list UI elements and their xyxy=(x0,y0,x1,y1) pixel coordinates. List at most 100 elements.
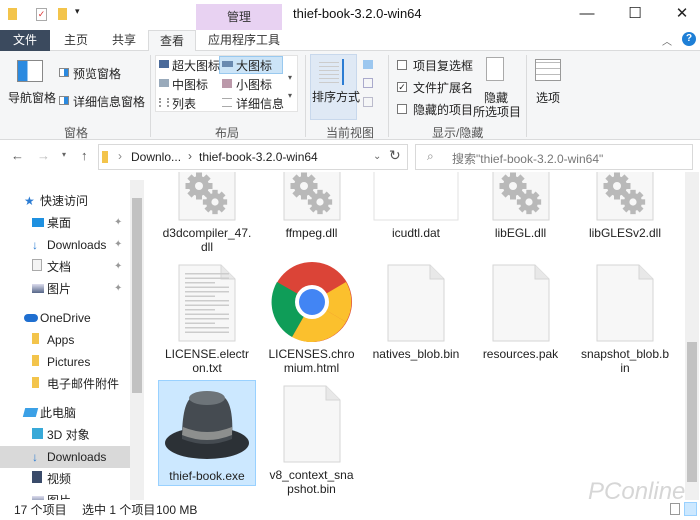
layout-extra-large[interactable]: 超大图标 xyxy=(172,57,220,74)
gear-file-icon xyxy=(472,172,570,222)
file-name: ffmpeg.dll xyxy=(285,226,338,240)
gallery-scroll-icon[interactable]: ▾ ▾ xyxy=(288,73,292,100)
group-label-layout: 布局 xyxy=(215,126,240,140)
pin-icon[interactable]: ✦ xyxy=(114,212,122,234)
gear-file-icon xyxy=(576,172,674,222)
file-item[interactable]: thief-book.exe xyxy=(158,380,256,486)
file-item[interactable]: d3dcompiler_47.dll xyxy=(158,172,256,254)
file-extensions-checkbox[interactable]: ✓ xyxy=(397,82,407,92)
tab-home[interactable]: 主页 xyxy=(56,30,96,51)
nav-item-label: 视频 xyxy=(47,472,72,486)
refresh-icon[interactable]: ↻ xyxy=(389,147,401,164)
nav-item-此电脑[interactable]: 此电脑 xyxy=(0,402,130,424)
collapse-ribbon-icon[interactable]: ︿ xyxy=(662,33,672,48)
nav-item-3d-对象[interactable]: 3D 对象 xyxy=(0,424,130,446)
file-item[interactable]: libEGL.dll xyxy=(472,172,570,244)
tab-manage[interactable]: 管理 xyxy=(196,4,282,30)
nav-pane-icon xyxy=(17,60,43,82)
close-button[interactable]: ✕ xyxy=(667,4,697,24)
file-item[interactable]: libGLESv2.dll xyxy=(576,172,674,244)
layout-medium[interactable]: 中图标 xyxy=(172,76,208,93)
list-icon xyxy=(159,98,169,107)
nav-item-onedrive[interactable]: OneDrive xyxy=(0,307,130,329)
file-item[interactable]: natives_blob.bin xyxy=(367,259,465,365)
hidden-items-checkbox[interactable] xyxy=(397,104,407,114)
tab-app-tools[interactable]: 应用程序工具 xyxy=(200,30,288,51)
pin-icon[interactable]: ✦ xyxy=(114,278,122,300)
layout-list[interactable]: 列表 xyxy=(172,95,196,112)
properties-icon[interactable]: ✓ xyxy=(36,8,47,21)
address-bar[interactable]: › Downlo... › thief-book-3.2.0-win64 ⌄ xyxy=(98,144,408,170)
nav-item-label: OneDrive xyxy=(40,311,91,325)
tab-view[interactable]: 查看 xyxy=(148,30,196,52)
file-item[interactable]: LICENSES.chromium.html xyxy=(263,259,361,375)
pin-icon[interactable]: ✦ xyxy=(114,256,122,278)
search-input[interactable]: ⌕ 搜索"thief-book-3.2.0-win64" xyxy=(415,144,693,170)
nav-item-视频[interactable]: 视频 xyxy=(0,468,130,490)
back-icon[interactable]: ← xyxy=(11,148,24,163)
ribbon: 导航窗格 预览窗格 详细信息窗格 窗格 超大图标 大图标 中图标 小图标 列表 … xyxy=(0,51,700,140)
tab-file[interactable]: 文件 xyxy=(0,30,50,51)
file-item[interactable]: resources.pak xyxy=(472,259,570,365)
up-icon[interactable]: ↑ xyxy=(81,148,88,163)
pin-icon[interactable]: ✦ xyxy=(114,234,122,256)
layout-small[interactable]: 小图标 xyxy=(236,76,272,93)
file-item[interactable]: icudtl.dat xyxy=(367,172,465,244)
new-folder-icon[interactable] xyxy=(58,8,67,20)
folder-icon xyxy=(32,329,44,344)
sort-by-button[interactable]: 排序方式 xyxy=(310,54,360,120)
nav-item-文档[interactable]: 文档 ✦ xyxy=(0,256,130,278)
file-name: natives_blob.bin xyxy=(372,347,460,361)
file-name: v8_context_snapshot.bin xyxy=(269,468,354,496)
breadcrumb-downloads[interactable]: Downlo... xyxy=(131,150,181,164)
pictures-icon xyxy=(32,490,44,500)
group-by-icon[interactable] xyxy=(363,60,373,69)
tab-share[interactable]: 共享 xyxy=(104,30,144,51)
nav-item-快速访问[interactable]: ★ 快速访问 xyxy=(0,190,130,212)
content-scrollbar[interactable] xyxy=(685,172,699,500)
nav-item-apps[interactable]: Apps xyxy=(0,329,130,351)
item-checkboxes-checkbox[interactable] xyxy=(397,60,407,70)
large-icons-view-icon[interactable] xyxy=(684,502,697,516)
address-dropdown-icon[interactable]: ⌄ xyxy=(373,151,381,162)
nav-scrollbar[interactable] xyxy=(130,180,144,500)
add-columns-icon[interactable] xyxy=(363,78,373,88)
star-icon: ★ xyxy=(24,194,35,208)
hide-selected-label-2: 所选项目 xyxy=(473,105,522,119)
navigation-pane: ★ 快速访问 桌面 ✦ ↓ Downloads ✦ 文档 ✦ 图片 ✦ OneDrive Apps Pic… xyxy=(0,180,145,500)
recent-locations-icon[interactable]: ▾ xyxy=(62,150,66,159)
download-icon: ↓ xyxy=(32,238,38,252)
help-icon[interactable]: ? xyxy=(682,32,696,46)
nav-item-pictures[interactable]: Pictures xyxy=(0,351,130,373)
nav-item-label: 快速访问 xyxy=(40,194,89,208)
file-item[interactable]: snapshot_blob.bin xyxy=(576,259,674,375)
medium-icons-icon xyxy=(159,79,169,87)
nav-item-图片[interactable]: 图片 xyxy=(0,490,130,500)
file-list: d3dcompiler_47.dll ffmpeg.dll icudtl.dat li… xyxy=(150,172,685,500)
customize-dropdown-icon[interactable]: ▾ xyxy=(75,6,80,17)
layout-large[interactable]: 大图标 xyxy=(236,57,272,74)
nav-item-downloads[interactable]: ↓ Downloads xyxy=(0,446,130,468)
file-item[interactable]: LICENSE.electron.txt xyxy=(158,259,256,375)
maximize-button[interactable]: ☐ xyxy=(620,4,650,24)
nav-item-label: 图片 xyxy=(47,490,71,500)
file-item[interactable]: ffmpeg.dll xyxy=(263,172,361,244)
layout-details[interactable]: 详细信息 xyxy=(236,95,284,112)
small-icons-icon xyxy=(222,79,232,88)
sort-icon xyxy=(319,61,339,83)
file-name: libGLESv2.dll xyxy=(588,226,662,240)
file-item[interactable]: v8_context_snapshot.bin xyxy=(263,380,361,496)
item-checkboxes-label: 项目复选框 xyxy=(413,59,474,73)
content-scrollbar-thumb[interactable] xyxy=(687,342,697,482)
breadcrumb-current[interactable]: thief-book-3.2.0-win64 xyxy=(199,150,318,164)
size-columns-icon[interactable] xyxy=(363,97,373,107)
nav-item-电子邮件附件[interactable]: 电子邮件附件 xyxy=(0,373,130,395)
minimize-button[interactable]: — xyxy=(572,4,602,24)
nav-item-downloads[interactable]: ↓ Downloads ✦ xyxy=(0,234,130,256)
file-name: LICENSES.chromium.html xyxy=(268,347,355,375)
preview-pane-icon xyxy=(59,68,69,77)
forward-icon[interactable]: → xyxy=(37,148,50,163)
nav-scrollbar-thumb[interactable] xyxy=(132,198,142,393)
nav-item-桌面[interactable]: 桌面 ✦ xyxy=(0,212,130,234)
nav-item-图片[interactable]: 图片 ✦ xyxy=(0,278,130,300)
